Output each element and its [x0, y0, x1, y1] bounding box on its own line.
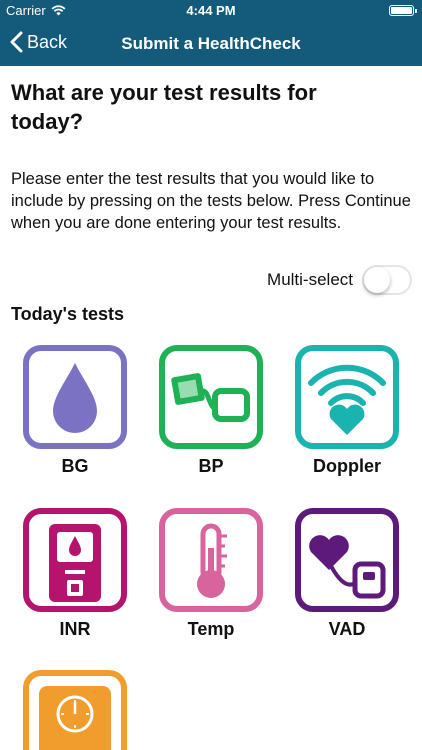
test-tile-bg[interactable]	[23, 345, 127, 449]
inr-meter-icon	[49, 524, 101, 602]
test-label-inr: INR	[59, 619, 91, 639]
toggle-knob	[364, 267, 390, 293]
status-bar: Carrier 4:44 PM	[0, 0, 422, 22]
test-tile-vad[interactable]	[295, 508, 399, 612]
navigation-bar: Back Submit a HealthCheck	[0, 22, 422, 66]
multi-select-row: Multi-select	[267, 265, 412, 295]
test-label-doppler: Doppler	[312, 456, 381, 476]
test-tile-temp[interactable]	[159, 508, 263, 612]
thermometer-icon	[197, 523, 227, 598]
vad-device-icon	[309, 535, 386, 599]
test-tile-bp[interactable]	[159, 345, 263, 449]
section-title: Today's tests	[11, 304, 124, 324]
question-heading: What are your test results for today?	[11, 80, 317, 134]
multi-select-toggle[interactable]	[362, 265, 412, 295]
test-tile-inr[interactable]	[23, 508, 127, 612]
test-label-vad: VAD	[328, 619, 366, 639]
test-label-bp: BP	[198, 456, 224, 476]
blood-drop-icon	[53, 363, 97, 433]
page-title: Submit a HealthCheck	[121, 34, 301, 53]
test-tile-scale[interactable]	[23, 670, 127, 750]
multi-select-label: Multi-select	[267, 270, 353, 289]
blood-pressure-cuff-icon	[171, 373, 250, 422]
doppler-heart-icon	[308, 364, 386, 435]
scale-icon	[39, 686, 111, 750]
instructions-text: Please enter the test results that you w…	[11, 170, 411, 232]
test-tile-doppler[interactable]	[295, 345, 399, 449]
test-label-temp: Temp	[187, 619, 235, 639]
test-label-bg: BG	[61, 456, 89, 476]
status-time: 4:44 PM	[186, 3, 236, 18]
battery-icon	[389, 5, 417, 16]
